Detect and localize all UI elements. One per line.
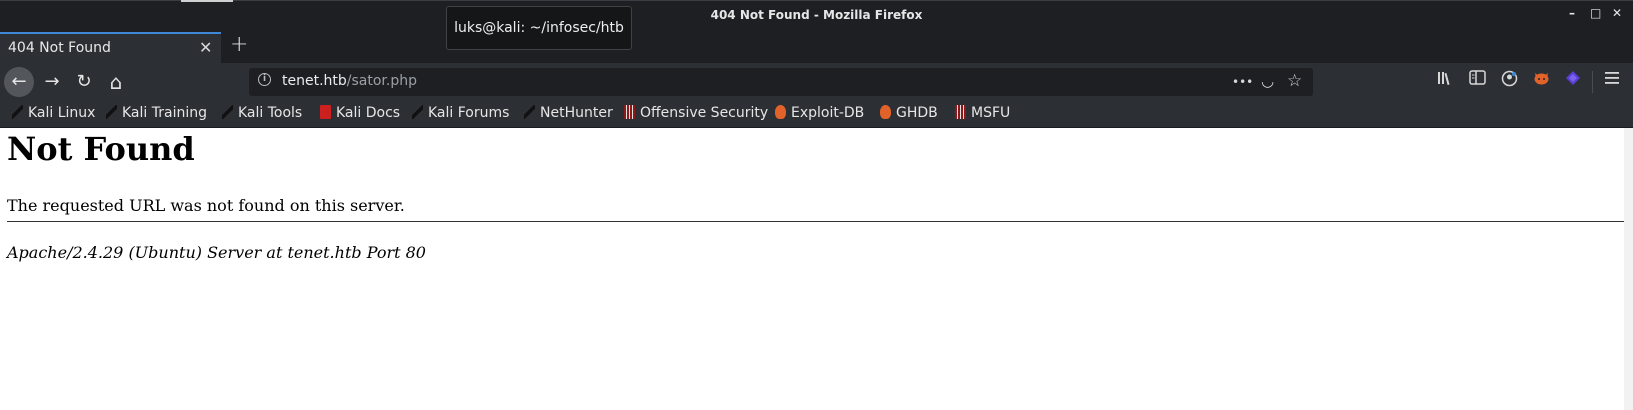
extension-fox-icon[interactable] <box>1533 70 1550 90</box>
kali-dragon-icon <box>222 105 233 119</box>
maximize-button[interactable]: □ <box>1590 6 1601 20</box>
bookmark-label: Kali Training <box>122 105 207 121</box>
page-content: Not Found The requested URL was not foun… <box>0 128 1633 410</box>
close-window-button[interactable]: ✕ <box>1612 6 1622 20</box>
navigation-toolbar: ← → ↻ ⌂ i tenet.htb/sator.php ••• ◡ ☆ <box>0 63 1633 100</box>
bookmark-label: Offensive Security <box>640 105 769 121</box>
bookmark-kali-training[interactable]: Kali Training <box>106 105 207 121</box>
scrollbar[interactable] <box>1624 128 1633 410</box>
window-title: 404 Not Found - Mozilla Firefox <box>710 8 923 22</box>
tab-title: 404 Not Found <box>8 40 111 56</box>
bookmark-kali-docs[interactable]: Kali Docs <box>320 105 400 121</box>
titlebar-top-border <box>0 0 1633 1</box>
bookmark-label: NetHunter <box>540 105 613 121</box>
new-tab-button[interactable]: + <box>230 32 248 57</box>
taskbar-tooltip: luks@kali: ~/infosec/htb <box>446 6 632 50</box>
offsec-icon <box>624 105 635 119</box>
titlebar-workspace-indicator <box>181 0 233 2</box>
bookmark-label: Kali Docs <box>336 105 401 121</box>
bookmark-label: Kali Forums <box>428 105 510 121</box>
bookmark-label: Kali Tools <box>238 105 303 121</box>
forward-button[interactable]: → <box>38 68 66 96</box>
site-info-icon[interactable]: i <box>258 73 271 86</box>
url-path: /sator.php <box>346 73 417 89</box>
menu-icon[interactable] <box>1604 70 1620 89</box>
minimize-button[interactable]: – <box>1569 6 1575 20</box>
url-host: tenet.htb <box>282 73 347 89</box>
kali-dragon-icon <box>524 105 535 119</box>
bookmark-exploit-db[interactable]: Exploit-DB <box>775 105 864 121</box>
bookmark-ghdb[interactable]: GHDB <box>880 105 938 121</box>
bookmark-nethunter[interactable]: NetHunter <box>524 105 613 121</box>
server-address: Apache/2.4.29 (Ubuntu) Server at tenet.h… <box>7 243 426 262</box>
tab-strip: 404 Not Found ✕ + <box>0 30 1633 63</box>
bookmark-label: Exploit-DB <box>791 105 865 121</box>
url-text[interactable]: tenet.htb/sator.php <box>282 73 417 89</box>
library-icon[interactable] <box>1437 70 1455 90</box>
sidebar-icon[interactable] <box>1469 70 1486 89</box>
exploitdb-icon <box>775 105 786 119</box>
account-icon[interactable] <box>1501 70 1518 91</box>
page-actions-icon[interactable]: ••• <box>1232 75 1253 89</box>
kali-dragon-icon <box>106 105 117 119</box>
url-bar[interactable]: i tenet.htb/sator.php ••• ◡ ☆ <box>249 68 1313 96</box>
exploitdb-icon <box>880 105 891 119</box>
pocket-icon[interactable]: ◡ <box>1261 72 1274 90</box>
bookmark-msfu[interactable]: MSFU <box>955 105 1010 121</box>
bookmark-kali-linux[interactable]: Kali Linux <box>12 105 95 121</box>
bookmark-kali-tools[interactable]: Kali Tools <box>222 105 302 121</box>
kali-dragon-icon <box>12 105 23 119</box>
bookmark-label: MSFU <box>971 105 1011 121</box>
back-button[interactable]: ← <box>4 67 34 97</box>
tab-404-not-found[interactable]: 404 Not Found ✕ <box>0 32 221 63</box>
bookmarks-toolbar: Kali Linux Kali Training Kali Tools Kali… <box>0 100 1633 128</box>
bookmark-label: Kali Linux <box>28 105 96 121</box>
bookmark-kali-forums[interactable]: Kali Forums <box>412 105 509 121</box>
page-heading: Not Found <box>7 130 195 168</box>
home-button[interactable]: ⌂ <box>102 68 130 96</box>
tab-close-icon[interactable]: ✕ <box>199 38 212 57</box>
error-message: The requested URL was not found on this … <box>7 196 405 215</box>
divider <box>7 221 1624 222</box>
bookmark-label: GHDB <box>896 105 938 121</box>
bookmark-offensive-security[interactable]: Offensive Security <box>624 105 768 121</box>
extension-purple-icon[interactable] <box>1565 70 1581 90</box>
offsec-icon <box>955 105 966 119</box>
kali-dragon-icon <box>412 105 423 119</box>
window-titlebar: 404 Not Found - Mozilla Firefox – □ ✕ <box>0 0 1633 30</box>
kali-docs-icon <box>320 105 331 119</box>
bookmark-star-icon[interactable]: ☆ <box>1287 71 1302 91</box>
toolbar-separator <box>1592 71 1593 93</box>
reload-button[interactable]: ↻ <box>70 68 98 96</box>
